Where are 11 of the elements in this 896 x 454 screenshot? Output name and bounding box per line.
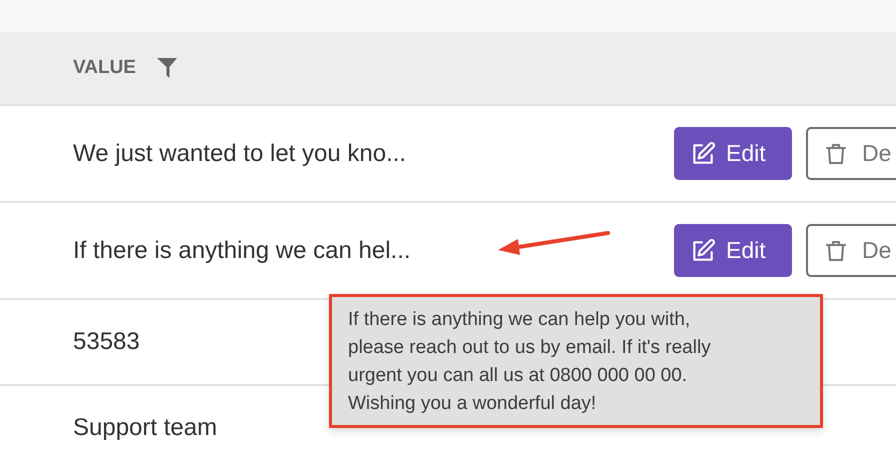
table-cell: We just wanted to let you kno... xyxy=(73,140,406,168)
table-cell: 53583 xyxy=(73,328,140,356)
tooltip-text: If there is anything we can help you with, please reach out to us by email. If it's really urgent you can all us at 0800 000 00 00. Wishing you a wonderful day! xyxy=(348,308,712,416)
edit-button[interactable]: Edit xyxy=(674,127,792,180)
edit-button[interactable]: Edit xyxy=(674,224,792,277)
table-cell: Support team xyxy=(73,414,218,442)
delete-button[interactable]: De xyxy=(806,127,896,180)
table-cell: If there is anything we can hel... xyxy=(73,236,411,264)
column-header: VALUE xyxy=(73,57,136,79)
delete-button[interactable]: De xyxy=(806,224,896,277)
filter-icon[interactable] xyxy=(156,57,178,79)
